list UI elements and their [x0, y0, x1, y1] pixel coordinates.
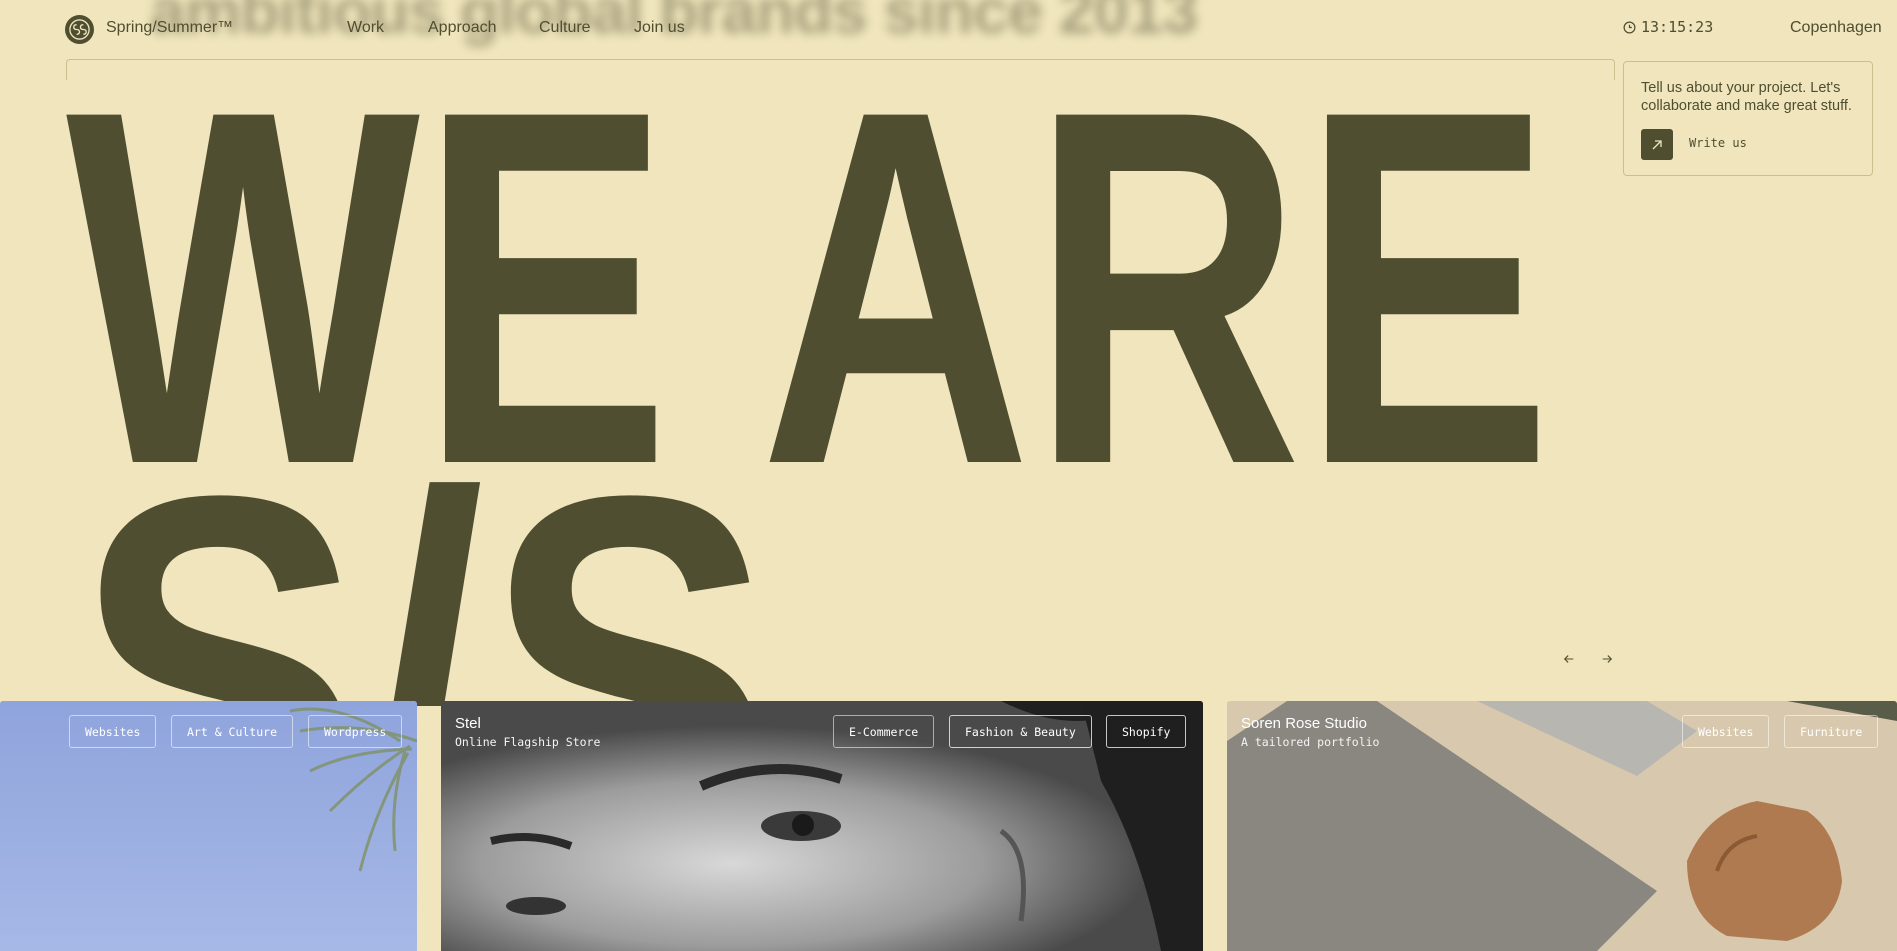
hero-heading: WE ARE S/S [0, 66, 1897, 706]
project-card-stel[interactable]: Stel Online Flagship Store E-Commerce Fa… [441, 701, 1203, 951]
write-us-button[interactable] [1641, 129, 1673, 160]
logo-mark-icon [69, 19, 90, 40]
clock-time: 13:15:23 [1641, 18, 1714, 36]
city-label: Copenhagen [1790, 19, 1882, 36]
project-card-1[interactable]: Websites Art & Culture Wordpress [0, 701, 417, 951]
nav-approach[interactable]: Approach [428, 19, 497, 37]
card-3-tag-websites[interactable]: Websites [1682, 715, 1770, 748]
project-card-soren-rose[interactable]: Soren Rose Studio A tailored portfolio W… [1227, 701, 1897, 951]
card-2-title: Stel [455, 715, 481, 732]
card-2-tag-fashion-beauty[interactable]: Fashion & Beauty [949, 715, 1092, 748]
card-2-tag-shopify[interactable]: Shopify [1106, 715, 1187, 748]
card-2-tag-ecommerce[interactable]: E-Commerce [833, 715, 935, 748]
card-3-title: Soren Rose Studio [1241, 715, 1367, 732]
nav-culture[interactable]: Culture [539, 19, 591, 37]
card-3-tag-furniture[interactable]: Furniture [1784, 715, 1879, 748]
card-2-subtitle: Online Flagship Store [455, 735, 601, 749]
hero-line-2: S/S [74, 392, 774, 706]
card-1-tag-websites[interactable]: Websites [69, 715, 157, 748]
nav-join-us[interactable]: Join us [634, 19, 685, 37]
write-us-label[interactable]: Write us [1689, 136, 1747, 150]
nav-work[interactable]: Work [347, 19, 384, 37]
card-1-tag-wordpress[interactable]: Wordpress [308, 715, 403, 748]
brand-name[interactable]: Spring/Summer™ [106, 19, 233, 37]
arrow-right-icon[interactable] [1597, 649, 1617, 669]
arrow-left-icon[interactable] [1559, 649, 1579, 669]
clock: 13:15:23 [1623, 18, 1713, 36]
logo[interactable] [65, 15, 94, 44]
card-1-tag-art-culture[interactable]: Art & Culture [171, 715, 294, 748]
arrow-up-right-icon [1652, 139, 1662, 149]
clock-icon [1623, 21, 1636, 33]
contact-text: Tell us about your project. Let's collab… [1641, 80, 1852, 114]
card-3-subtitle: A tailored portfolio [1241, 735, 1380, 749]
contact-card: Tell us about your project. Let's collab… [1623, 61, 1873, 176]
